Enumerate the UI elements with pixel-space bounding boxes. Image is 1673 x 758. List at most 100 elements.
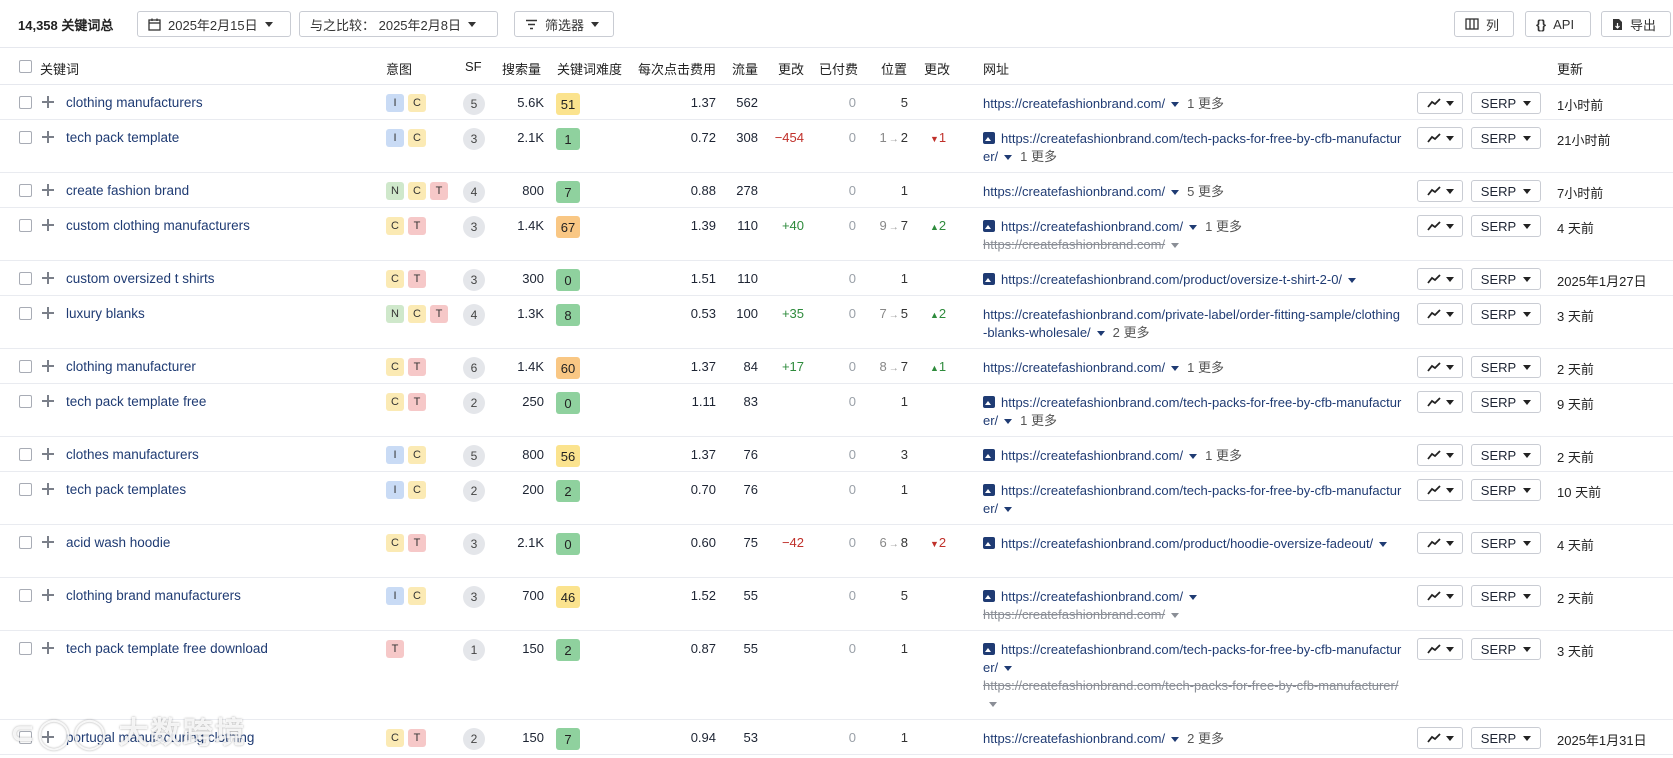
keyword-link[interactable]: clothing manufacturer xyxy=(66,359,196,374)
url-link[interactable]: https://createfashionbrand.com/tech-pack… xyxy=(983,483,1401,516)
serp-features-count[interactable]: 2 xyxy=(463,728,485,750)
intent-badge[interactable]: I xyxy=(386,587,404,605)
trend-button[interactable] xyxy=(1417,532,1463,554)
url-link[interactable]: https://createfashionbrand.com/ xyxy=(983,96,1165,111)
intent-badge[interactable]: C xyxy=(386,729,404,747)
intent-badge[interactable]: N xyxy=(386,305,404,323)
row-checkbox[interactable] xyxy=(19,131,32,144)
row-checkbox[interactable] xyxy=(19,589,32,602)
select-all-checkbox[interactable] xyxy=(19,60,32,73)
filter-button[interactable]: 筛选器 xyxy=(514,11,614,37)
intent-badge[interactable]: I xyxy=(386,481,404,499)
add-icon[interactable] xyxy=(41,535,55,549)
serp-features-count[interactable]: 5 xyxy=(463,445,485,467)
serp-button[interactable]: SERP xyxy=(1471,444,1541,466)
header-url[interactable]: 网址 xyxy=(983,59,1009,78)
header-position[interactable]: 位置 xyxy=(881,59,907,78)
header-cpc[interactable]: 每次点击费用 xyxy=(638,59,716,78)
intent-badge[interactable]: C xyxy=(386,270,404,288)
row-checkbox[interactable] xyxy=(19,184,32,197)
trend-button[interactable] xyxy=(1417,180,1463,202)
trend-button[interactable] xyxy=(1417,444,1463,466)
add-icon[interactable] xyxy=(41,482,55,496)
caret-down-icon[interactable] xyxy=(1189,225,1198,231)
add-icon[interactable] xyxy=(41,218,55,232)
intent-badge[interactable]: C xyxy=(408,129,426,147)
caret-down-icon[interactable] xyxy=(989,702,997,708)
add-icon[interactable] xyxy=(41,306,55,320)
trend-button[interactable] xyxy=(1417,585,1463,607)
add-icon[interactable] xyxy=(41,130,55,144)
header-traffic[interactable]: 流量 xyxy=(732,59,758,78)
keyword-link[interactable]: clothing brand manufacturers xyxy=(66,588,241,603)
more-urls-link[interactable]: 5 更多 xyxy=(1187,184,1224,199)
more-urls-link[interactable]: 1 更多 xyxy=(1205,219,1242,234)
url-link[interactable]: https://createfashionbrand.com/tech-pack… xyxy=(983,642,1401,675)
serp-button[interactable]: SERP xyxy=(1471,356,1541,378)
caret-down-icon[interactable] xyxy=(1171,190,1180,196)
trend-button[interactable] xyxy=(1417,727,1463,749)
row-checkbox[interactable] xyxy=(19,448,32,461)
api-button[interactable]: {} API xyxy=(1525,11,1591,37)
intent-badge[interactable]: T xyxy=(408,393,426,411)
caret-down-icon[interactable] xyxy=(1004,507,1013,513)
compare-date-button[interactable]: 与之比较： 2025年2月8日 xyxy=(299,11,498,37)
header-keyword[interactable]: 关键词 xyxy=(40,59,79,78)
more-urls-link[interactable]: 2 更多 xyxy=(1113,325,1150,340)
serp-features-count[interactable]: 5 xyxy=(463,93,485,115)
caret-down-icon[interactable] xyxy=(1171,366,1180,372)
header-change[interactable]: 更改 xyxy=(778,59,804,78)
serp-button[interactable]: SERP xyxy=(1471,727,1541,749)
keyword-link[interactable]: tech pack template free download xyxy=(66,641,268,656)
intent-badge[interactable]: C xyxy=(408,481,426,499)
intent-badge[interactable]: C xyxy=(386,217,404,235)
caret-down-icon[interactable] xyxy=(1004,666,1013,672)
intent-badge[interactable]: C xyxy=(386,534,404,552)
more-urls-link[interactable]: 1 更多 xyxy=(1020,413,1057,428)
header-position-change[interactable]: 更改 xyxy=(924,59,950,78)
serp-features-count[interactable]: 1 xyxy=(463,639,485,661)
trend-button[interactable] xyxy=(1417,215,1463,237)
row-checkbox[interactable] xyxy=(19,272,32,285)
row-checkbox[interactable] xyxy=(19,483,32,496)
url-link[interactable]: https://createfashionbrand.com/ xyxy=(1001,448,1183,463)
serp-button[interactable]: SERP xyxy=(1471,303,1541,325)
url-link[interactable]: https://createfashionbrand.com/product/o… xyxy=(1001,272,1342,287)
trend-button[interactable] xyxy=(1417,391,1463,413)
keyword-link[interactable]: custom oversized t shirts xyxy=(66,271,215,286)
intent-badge[interactable]: T xyxy=(408,358,426,376)
keyword-link[interactable]: clothing manufacturers xyxy=(66,95,203,110)
row-checkbox[interactable] xyxy=(19,96,32,109)
caret-down-icon[interactable] xyxy=(1171,613,1180,619)
intent-badge[interactable]: T xyxy=(386,640,404,658)
row-checkbox[interactable] xyxy=(19,395,32,408)
row-checkbox[interactable] xyxy=(19,642,32,655)
intent-badge[interactable]: I xyxy=(386,446,404,464)
serp-button[interactable]: SERP xyxy=(1471,215,1541,237)
keyword-link[interactable]: custom clothing manufacturers xyxy=(66,218,250,233)
serp-button[interactable]: SERP xyxy=(1471,391,1541,413)
intent-badge[interactable]: I xyxy=(386,129,404,147)
serp-button[interactable]: SERP xyxy=(1471,585,1541,607)
serp-button[interactable]: SERP xyxy=(1471,127,1541,149)
intent-badge[interactable]: T xyxy=(408,534,426,552)
serp-button[interactable]: SERP xyxy=(1471,92,1541,114)
caret-down-icon[interactable] xyxy=(1171,102,1180,108)
add-icon[interactable] xyxy=(41,271,55,285)
header-sf[interactable]: SF xyxy=(465,59,482,74)
intent-badge[interactable]: T xyxy=(430,182,448,200)
add-icon[interactable] xyxy=(41,183,55,197)
intent-badge[interactable]: C xyxy=(386,358,404,376)
keyword-link[interactable]: create fashion brand xyxy=(66,183,189,198)
serp-button[interactable]: SERP xyxy=(1471,638,1541,660)
intent-badge[interactable]: T xyxy=(430,305,448,323)
trend-button[interactable] xyxy=(1417,92,1463,114)
caret-down-icon[interactable] xyxy=(1379,542,1388,548)
url-link[interactable]: https://createfashionbrand.com/ xyxy=(1001,589,1183,604)
date-picker-button[interactable]: 2025年2月15日 xyxy=(137,11,291,37)
trend-button[interactable] xyxy=(1417,479,1463,501)
add-icon[interactable] xyxy=(41,95,55,109)
serp-features-count[interactable]: 4 xyxy=(463,304,485,326)
url-link[interactable]: https://createfashionbrand.com/private-l… xyxy=(983,307,1400,340)
columns-button[interactable]: 列 xyxy=(1454,11,1514,37)
